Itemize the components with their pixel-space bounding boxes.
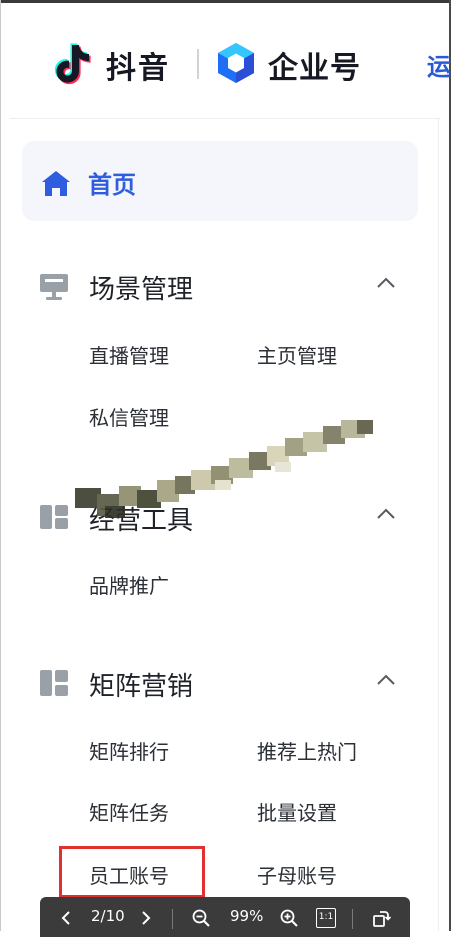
logo-divider [197, 49, 199, 79]
douyin-logo-icon [54, 43, 91, 85]
home-icon [42, 171, 70, 196]
toolbar-divider [352, 909, 353, 929]
image-viewer-toolbar: 2/10 99% 1:1 [40, 897, 410, 937]
header-nav-link[interactable]: 运 [427, 47, 451, 82]
section-title: 矩阵营销 [89, 672, 194, 702]
sidebar-item-home[interactable]: 首页 [22, 141, 418, 221]
sidebar-item-recommend-hot[interactable]: 推荐上热门 [257, 736, 357, 765]
page-indicator: 2/10 [91, 907, 125, 925]
chevron-right-icon[interactable] [136, 908, 156, 928]
actual-size-button[interactable]: 1:1 [316, 908, 336, 928]
sidebar-item-live[interactable]: 直播管理 [89, 340, 169, 369]
brand-douyin: 抖音 [106, 51, 170, 86]
sidebar-item-matrix-tasks[interactable]: 矩阵任务 [89, 797, 169, 826]
sidebar-item-matrix-ranking[interactable]: 矩阵排行 [89, 736, 169, 765]
zoom-level: 99% [230, 907, 264, 925]
brand-enterprise: 企业号 [268, 51, 361, 86]
sidebar-item-home-label: 首页 [88, 171, 136, 199]
sidebar-item-brand-promo[interactable]: 品牌推广 [89, 570, 169, 599]
chevron-left-icon[interactable] [56, 908, 76, 928]
sidebar-item-batch-settings[interactable]: 批量设置 [257, 797, 337, 826]
section-matrix-marketing[interactable]: 矩阵营销 [38, 663, 418, 703]
toolbar-divider [172, 909, 173, 929]
chevron-up-icon[interactable] [376, 507, 396, 521]
sidebar-item-parent-child-accounts[interactable]: 子母账号 [257, 860, 337, 889]
header: 抖音 企业号 运 [0, 3, 451, 113]
window-left-edge [0, 0, 1, 931]
monitor-icon [40, 274, 68, 300]
tools-icon [40, 505, 68, 529]
sidebar-right-divider [438, 118, 439, 931]
section-title: 场景管理 [89, 275, 194, 305]
rotate-icon[interactable] [371, 908, 391, 928]
redaction-mask [75, 420, 373, 518]
chevron-up-icon[interactable] [376, 673, 396, 687]
chevron-up-icon[interactable] [376, 276, 396, 290]
zoom-in-icon[interactable] [279, 908, 299, 928]
section-scene-management[interactable]: 场景管理 [38, 266, 418, 306]
annotation-highlight-box [59, 846, 205, 898]
sidebar-top-divider [10, 118, 440, 119]
enterprise-logo-icon [218, 43, 254, 83]
sidebar-item-homepage[interactable]: 主页管理 [257, 340, 337, 369]
matrix-icon [40, 670, 68, 696]
zoom-out-icon[interactable] [191, 908, 211, 928]
